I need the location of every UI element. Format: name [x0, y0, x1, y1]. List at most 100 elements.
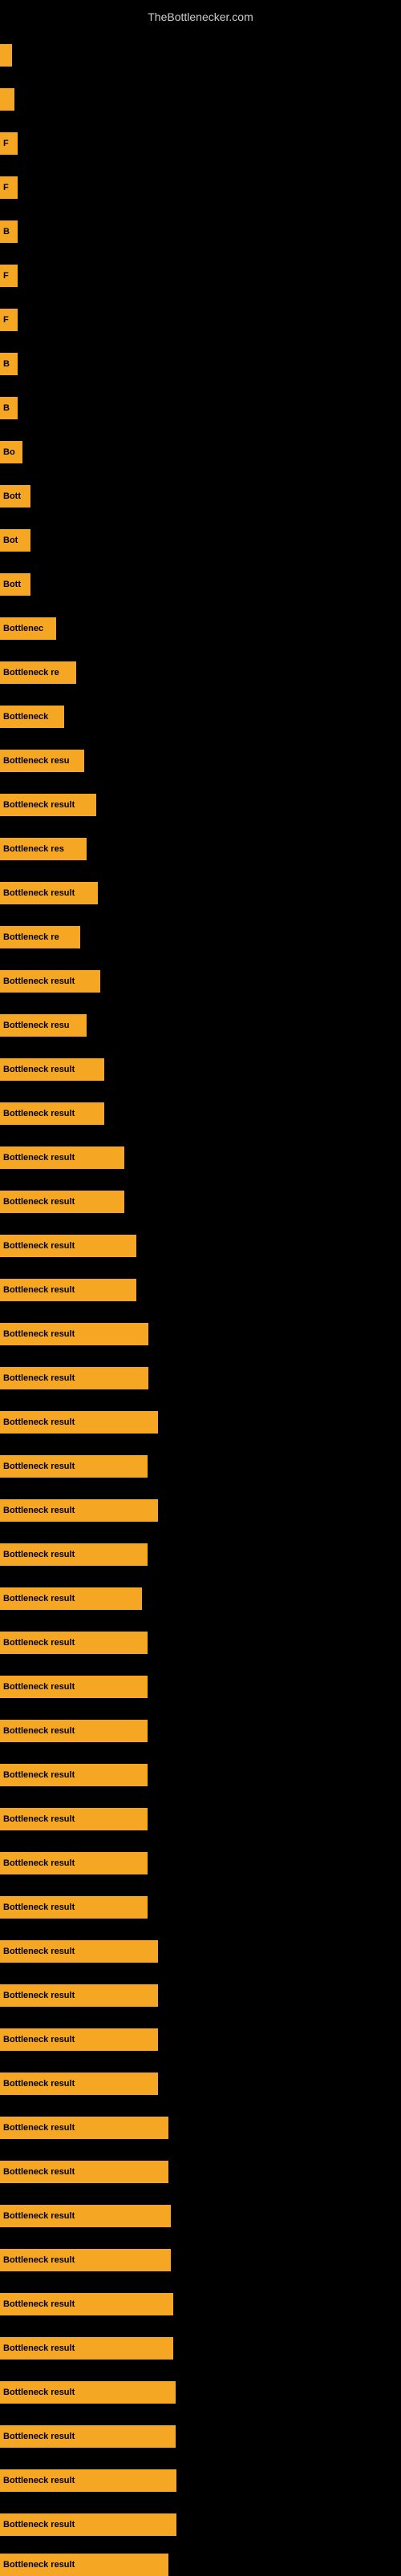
bar-item: Bottleneck result [0, 1984, 158, 2007]
bar-label: Bottleneck result [3, 2123, 75, 2133]
bar-label: B [3, 403, 10, 413]
bar-label: Bottleneck resu [3, 1021, 70, 1030]
bar-item: Bottleneck [0, 706, 64, 728]
bar-item: Bottleneck resu [0, 1014, 87, 1037]
bar-label: Bottleneck result [3, 2167, 75, 2177]
bar-item: Bottleneck result [0, 2117, 168, 2139]
bar-label: Bottleneck result [3, 1858, 75, 1868]
bar-item: Bottleneck result [0, 1102, 104, 1125]
bar-label: Bottleneck result [3, 1285, 75, 1295]
bar-item [0, 44, 12, 67]
bar-label: B [3, 359, 10, 369]
bar-label: F [3, 271, 9, 281]
bar-item: Bottleneck result [0, 1940, 158, 1963]
bar-item: Bottleneck result [0, 2425, 176, 2448]
bar-item: Bottleneck result [0, 1764, 148, 1786]
bar-item: Bottleneck result [0, 2513, 176, 2536]
bar-label: Bottleneck result [3, 2476, 75, 2485]
bar-item: B [0, 220, 18, 243]
bar-label: Bottleneck result [3, 888, 75, 898]
bar-item: Bottleneck res [0, 838, 87, 860]
bar-item: Bottleneck result [0, 1499, 158, 1522]
bar-label: Bottleneck res [3, 844, 64, 854]
bar-label: Bottleneck result [3, 1109, 75, 1118]
bar-item: Bottleneck result [0, 2161, 168, 2183]
bar-item: Bottleneck result [0, 2337, 173, 2360]
bar-label: Bottleneck result [3, 1373, 75, 1383]
bar-label: Bot [3, 536, 18, 545]
bar-label: Bottleneck result [3, 1329, 75, 1339]
bar-label: Bottleneck result [3, 2299, 75, 2309]
bar-label: Bottleneck result [3, 1682, 75, 1692]
bar-label: F [3, 315, 9, 325]
bar-label: Bottleneck re [3, 668, 59, 677]
bar-item: Bottleneck result [0, 1367, 148, 1389]
bar-item: B [0, 397, 18, 419]
bar-label: B [3, 227, 10, 237]
bar-item: Bottleneck resu [0, 750, 84, 772]
bar-label: Bottleneck result [3, 2079, 75, 2089]
bar-label: Bottleneck result [3, 2388, 75, 2397]
bar-label: Bottleneck result [3, 800, 75, 810]
bar-label: Bottleneck result [3, 1506, 75, 1515]
bar-label: Bott [3, 491, 21, 501]
bar-item: Bot [0, 529, 30, 552]
bar-label: Bottlenec [3, 624, 43, 633]
bar-label: Bo [3, 447, 15, 457]
bar-item: Bottleneck result [0, 1191, 124, 1213]
bar-item: Bottleneck result [0, 970, 100, 993]
bar-label: Bott [3, 580, 21, 589]
bar-item [0, 88, 14, 111]
bar-item: F [0, 132, 18, 155]
bar-item: Bottleneck result [0, 1455, 148, 1478]
bar-item: Bottleneck result [0, 1146, 124, 1169]
bar-label: Bottleneck result [3, 1550, 75, 1559]
bar-item: F [0, 309, 18, 331]
bar-item: Bottleneck result [0, 882, 98, 904]
bar-label: Bottleneck result [3, 2211, 75, 2221]
bar-label: Bottleneck result [3, 2560, 75, 2570]
bar-label: Bottleneck result [3, 1594, 75, 1603]
bar-label: F [3, 183, 9, 192]
bar-item: Bottleneck result [0, 1587, 142, 1610]
bar-label: F [3, 139, 9, 148]
bar-item: Bottleneck result [0, 2469, 176, 2492]
bar-label: Bottleneck result [3, 1947, 75, 1956]
bar-label: Bottleneck result [3, 1417, 75, 1427]
bar-label: Bottleneck result [3, 2432, 75, 2441]
bar-label: Bottleneck resu [3, 756, 70, 766]
bar-label: Bottleneck result [3, 1991, 75, 2000]
bar-item: Bottleneck result [0, 1543, 148, 1566]
bar-item: Bott [0, 573, 30, 596]
bar-item: Bo [0, 441, 22, 463]
bar-item: Bottleneck result [0, 2249, 171, 2271]
bar-item: Bottleneck result [0, 1235, 136, 1257]
bar-label: Bottleneck result [3, 1814, 75, 1824]
bar-item: Bott [0, 485, 30, 508]
bar-item: Bottleneck result [0, 2028, 158, 2051]
bar-item: Bottleneck result [0, 1323, 148, 1345]
bar-label: Bottleneck result [3, 2520, 75, 2529]
bar-label: Bottleneck result [3, 1065, 75, 1074]
bar-label: Bottleneck result [3, 1197, 75, 1207]
bar-label: Bottleneck result [3, 1726, 75, 1736]
bar-label: Bottleneck result [3, 1241, 75, 1251]
bar-item: B [0, 353, 18, 375]
bar-label: Bottleneck result [3, 1153, 75, 1163]
bar-item: Bottleneck result [0, 2381, 176, 2404]
bar-item: Bottleneck re [0, 926, 80, 948]
site-title: TheBottlenecker.com [0, 4, 401, 26]
bar-item: Bottleneck result [0, 2293, 173, 2315]
bar-item: Bottleneck result [0, 1808, 148, 1830]
bar-item: Bottleneck result [0, 2073, 158, 2095]
bar-label: Bottleneck result [3, 1903, 75, 1912]
bar-item: Bottleneck result [0, 1632, 148, 1654]
bar-label: Bottleneck result [3, 2255, 75, 2265]
bar-item: F [0, 176, 18, 199]
bar-item: Bottlenec [0, 617, 56, 640]
bar-item: Bottleneck result [0, 2205, 171, 2227]
bar-label: Bottleneck result [3, 1638, 75, 1648]
bar-item: Bottleneck result [0, 1896, 148, 1919]
bar-item: Bottleneck result [0, 2554, 168, 2576]
bar-item: Bottleneck result [0, 1411, 158, 1434]
